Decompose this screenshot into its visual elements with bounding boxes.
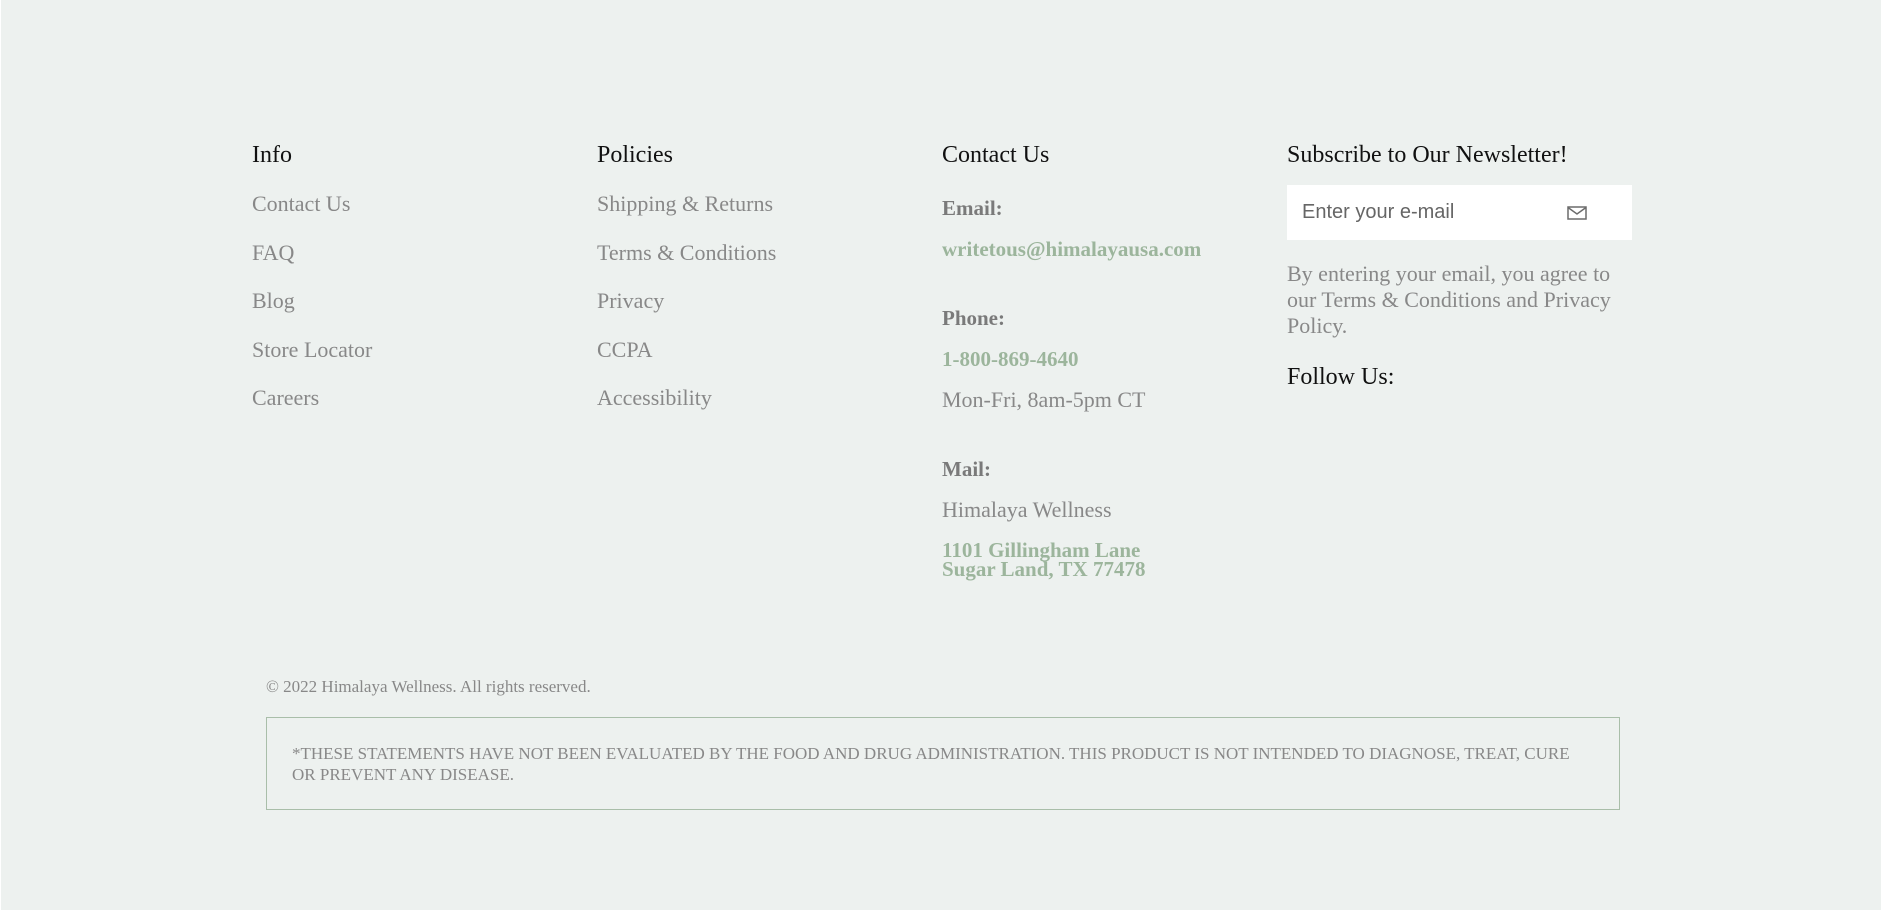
policies-title: Policies bbox=[597, 142, 673, 168]
info-link-store-locator[interactable]: Store Locator bbox=[252, 335, 552, 365]
footer-page: Info Contact Us FAQ Blog Store Locator C… bbox=[1, 0, 1881, 910]
phone-hours: Mon-Fri, 8am-5pm CT bbox=[942, 387, 1146, 412]
contact-title: Contact Us bbox=[942, 142, 1050, 168]
phone-link[interactable]: 1-800-869-4640 bbox=[942, 344, 1272, 374]
policies-links: Shipping & Returns Terms & Conditions Pr… bbox=[597, 189, 897, 413]
info-link-blog[interactable]: Blog bbox=[252, 286, 552, 316]
info-title: Info bbox=[252, 142, 292, 168]
newsletter-form bbox=[1287, 185, 1632, 240]
newsletter-title: Subscribe to Our Newsletter! bbox=[1287, 142, 1568, 168]
newsletter-column: Subscribe to Our Newsletter! By entering… bbox=[1287, 138, 1632, 394]
policy-link-shipping-returns[interactable]: Shipping & Returns bbox=[597, 189, 897, 219]
phone-label: Phone: bbox=[942, 306, 1005, 330]
policy-link-privacy[interactable]: Privacy bbox=[597, 286, 897, 316]
follow-us-title: Follow Us: bbox=[1287, 364, 1395, 390]
policy-link-ccpa[interactable]: CCPA bbox=[597, 335, 897, 365]
address-line-2: Sugar Land, TX 77478 bbox=[942, 557, 1146, 581]
mail-icon-svg bbox=[1567, 205, 1587, 220]
info-link-contact-us[interactable]: Contact Us bbox=[252, 189, 552, 219]
fda-disclaimer: *THESE STATEMENTS HAVE NOT BEEN EVALUATE… bbox=[266, 717, 1620, 810]
email-label: Email: bbox=[942, 196, 1003, 220]
info-link-faq[interactable]: FAQ bbox=[252, 238, 552, 268]
newsletter-email-input[interactable] bbox=[1287, 185, 1557, 240]
mail-company: Himalaya Wellness bbox=[942, 497, 1112, 522]
mail-address[interactable]: 1101 Gillingham Lane Sugar Land, TX 7747… bbox=[942, 540, 1272, 581]
policy-link-terms-conditions[interactable]: Terms & Conditions bbox=[597, 238, 897, 268]
contact-column: Contact Us Email: writetous@himalayausa.… bbox=[942, 138, 1272, 581]
info-links: Contact Us FAQ Blog Store Locator Career… bbox=[252, 189, 552, 413]
newsletter-agreement: By entering your email, you agree to our… bbox=[1287, 261, 1611, 338]
mail-label: Mail: bbox=[942, 457, 991, 481]
policies-column: Policies Shipping & Returns Terms & Cond… bbox=[597, 138, 897, 432]
mail-icon[interactable] bbox=[1557, 193, 1597, 233]
policy-link-accessibility[interactable]: Accessibility bbox=[597, 383, 897, 413]
copyright-text: © 2022 Himalaya Wellness. All rights res… bbox=[266, 677, 591, 696]
disclaimer-text: *THESE STATEMENTS HAVE NOT BEEN EVALUATE… bbox=[292, 744, 1570, 784]
info-column: Info Contact Us FAQ Blog Store Locator C… bbox=[252, 138, 552, 432]
info-link-careers[interactable]: Careers bbox=[252, 383, 552, 413]
email-link[interactable]: writetous@himalayausa.com bbox=[942, 234, 1272, 264]
